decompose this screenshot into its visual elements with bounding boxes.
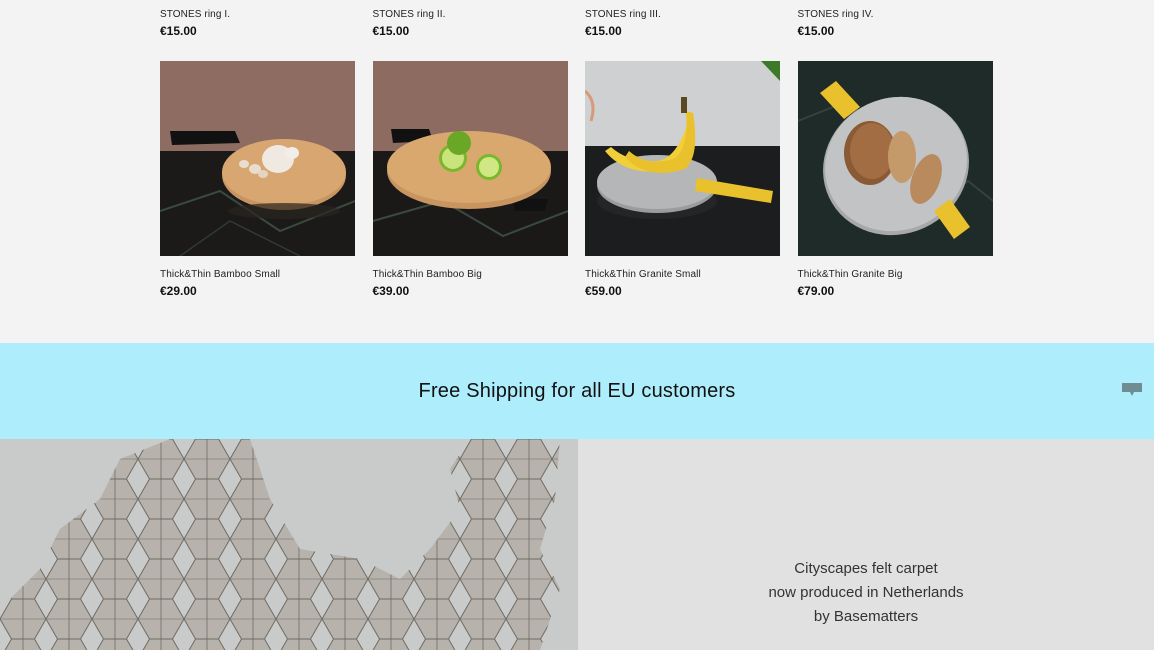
product-grid-row-2: Thick&Thin Bamboo Small €29.00 Thick&Thi… (160, 61, 993, 298)
product-card[interactable]: STONES ring I. €15.00 (160, 8, 356, 38)
product-name[interactable]: STONES ring III. (585, 8, 781, 22)
product-grid-row-1: STONES ring I. €15.00 STONES ring II. €1… (160, 8, 993, 38)
product-name[interactable]: STONES ring II. (373, 8, 569, 22)
product-price: €39.00 (372, 284, 410, 298)
felt-carpet-pattern (0, 439, 578, 650)
product-name[interactable]: STONES ring IV. (798, 8, 994, 22)
product-price: €29.00 (160, 284, 197, 298)
banner-text: Free Shipping for all EU customers (418, 379, 736, 402)
felt-carpet-image[interactable] (0, 439, 578, 650)
promo-text: Cityscapes felt carpet now produced in N… (578, 557, 1154, 629)
product-name[interactable]: Thick&Thin Bamboo Big (373, 268, 569, 282)
promo-line-3: by Basematters (813, 608, 919, 625)
felt-carpet-promo[interactable]: Cityscapes felt carpet now produced in N… (578, 439, 1154, 650)
product-card[interactable]: Thick&Thin Bamboo Small €29.00 (160, 61, 356, 298)
product-name[interactable]: STONES ring I. (160, 8, 356, 22)
product-card[interactable]: STONES ring II. €15.00 (373, 8, 569, 38)
product-card[interactable]: STONES ring III. €15.00 (585, 8, 781, 38)
product-image[interactable] (585, 61, 780, 256)
product-price: €15.00 (585, 24, 622, 38)
product-price: €59.00 (585, 284, 622, 298)
product-name[interactable]: Thick&Thin Granite Big (798, 268, 994, 282)
promo-line-1: Cityscapes felt carpet (794, 560, 938, 577)
chat-bubble-icon[interactable] (1122, 383, 1142, 396)
product-name[interactable]: Thick&Thin Granite Small (585, 268, 781, 282)
product-image[interactable] (797, 61, 993, 256)
product-price: €15.00 (160, 24, 197, 38)
product-image[interactable] (372, 61, 568, 256)
promo-line-2: now produced in Netherlands (768, 584, 964, 601)
product-name[interactable]: Thick&Thin Bamboo Small (160, 268, 356, 282)
product-card[interactable]: STONES ring IV. €15.00 (798, 8, 994, 38)
product-price: €15.00 (797, 24, 835, 38)
product-card[interactable]: Thick&Thin Granite Big €79.00 (797, 61, 994, 298)
product-card[interactable]: Thick&Thin Granite Small €59.00 (585, 61, 781, 298)
product-image[interactable] (160, 61, 355, 256)
product-card[interactable]: Thick&Thin Bamboo Big €39.00 (372, 61, 569, 298)
free-shipping-banner: Free Shipping for all EU customers (0, 343, 1154, 439)
product-price: €15.00 (372, 24, 410, 38)
product-price: €79.00 (797, 284, 835, 298)
